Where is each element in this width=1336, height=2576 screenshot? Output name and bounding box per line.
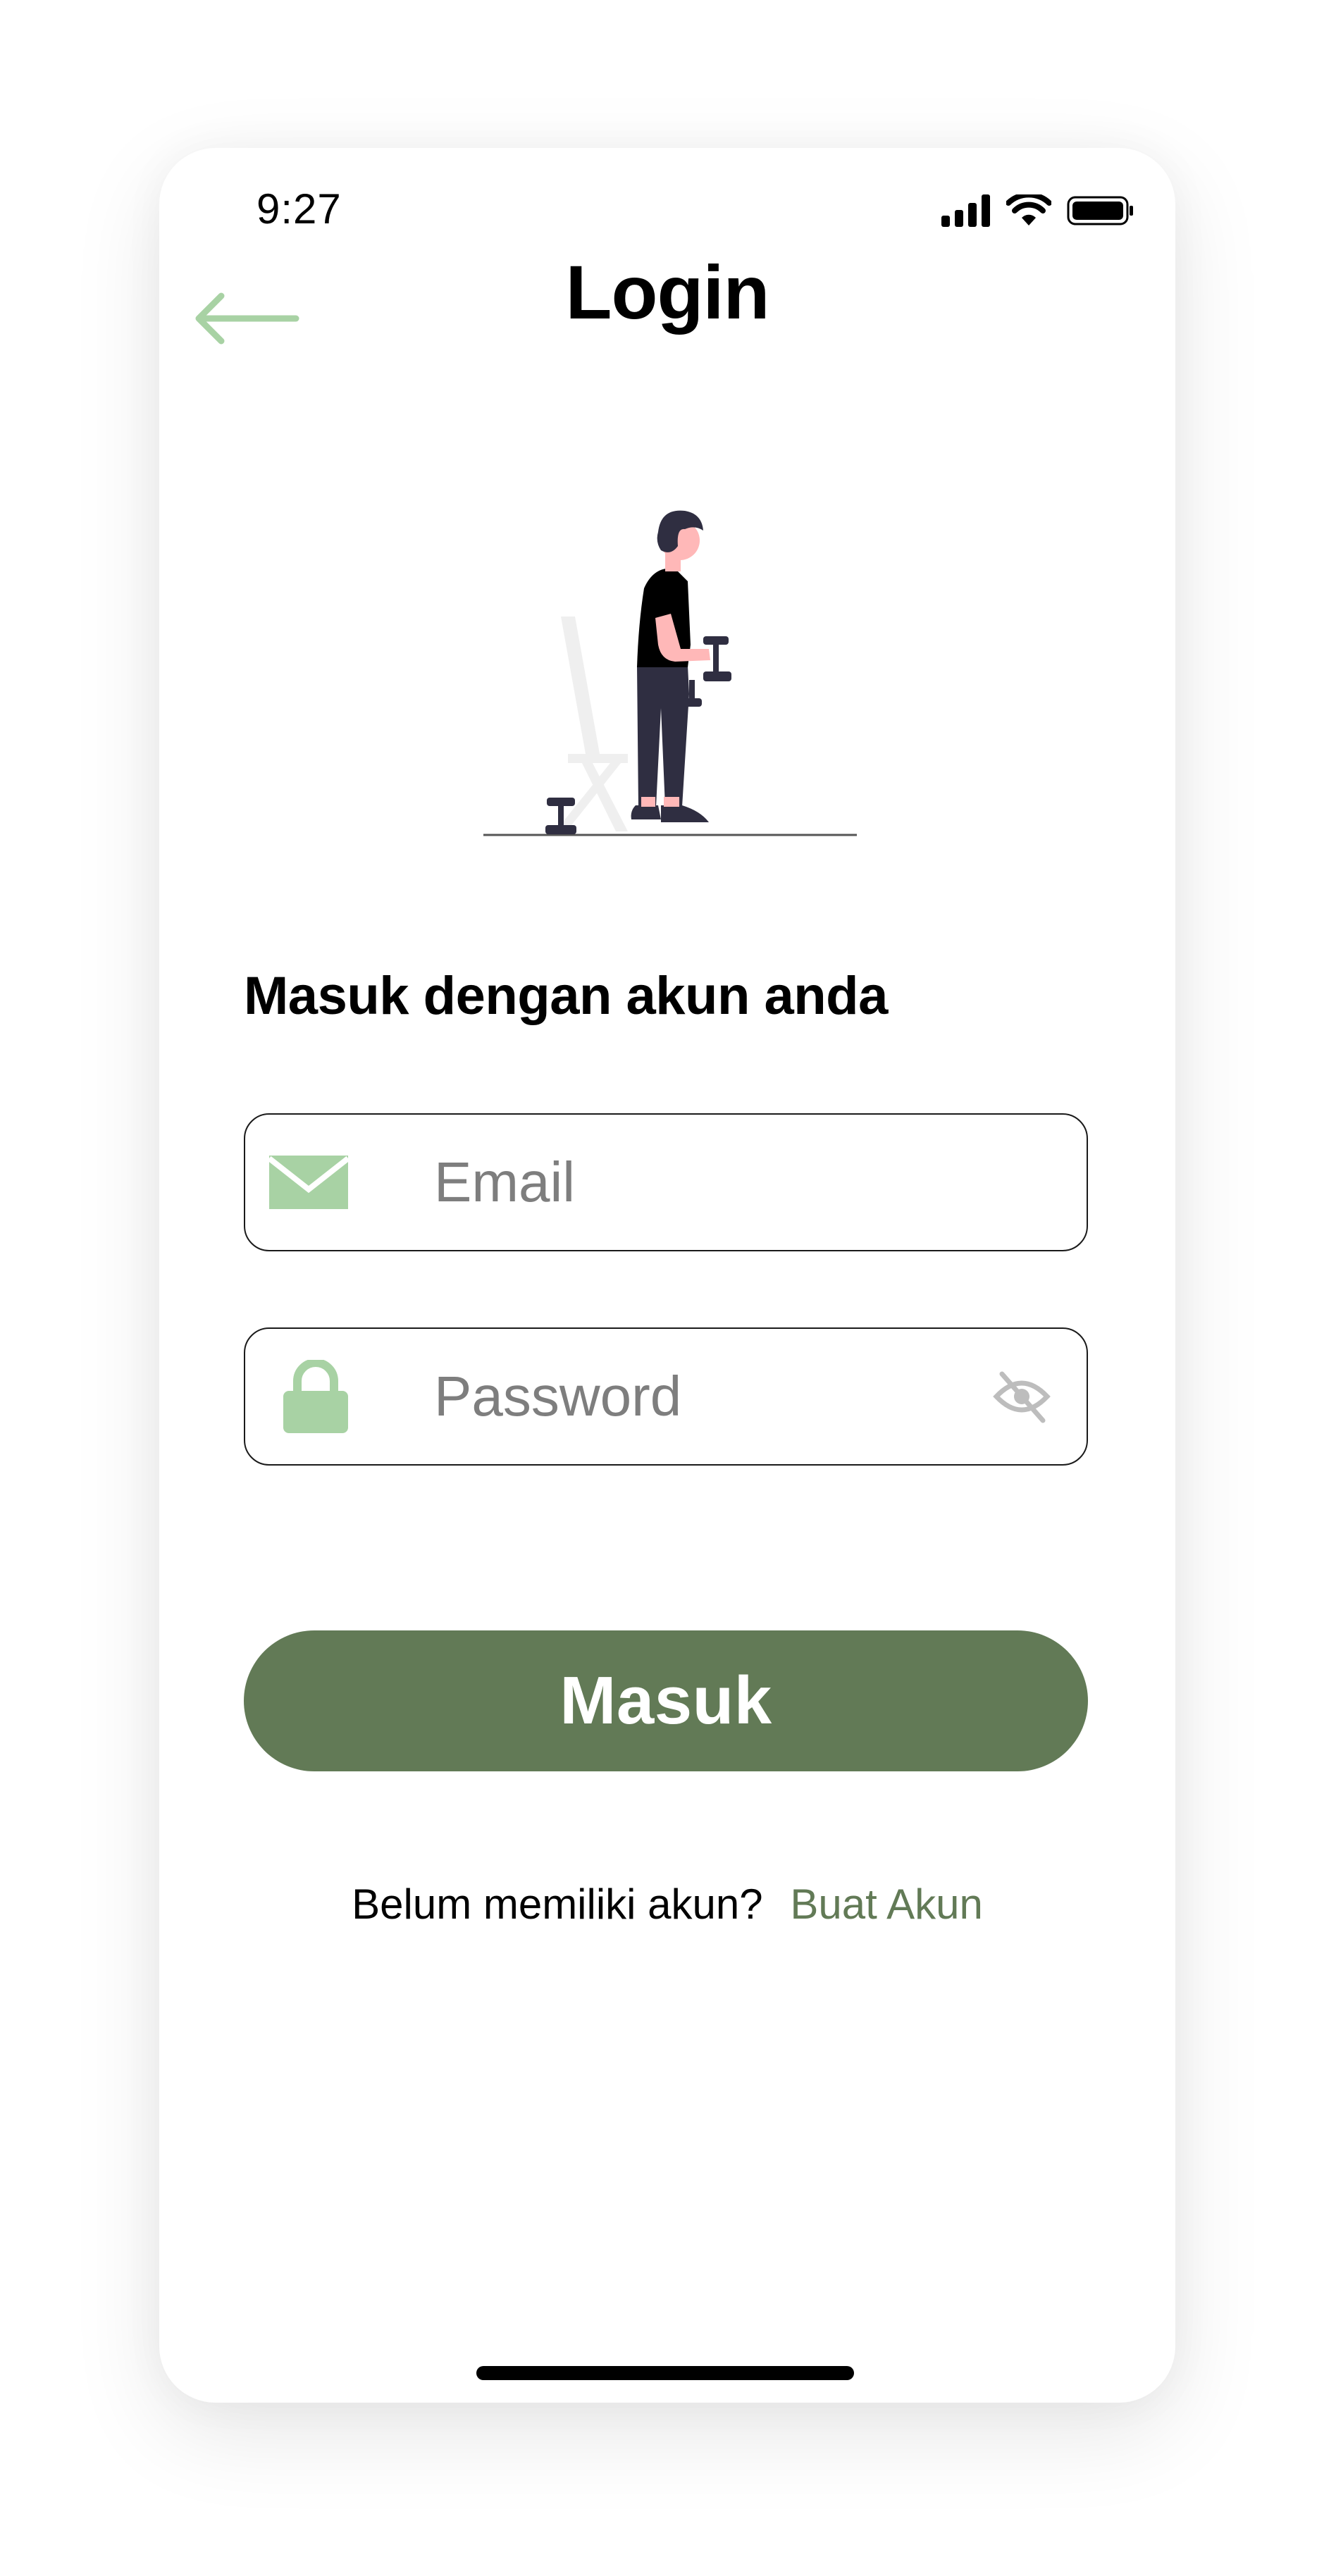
create-account-link[interactable]: Buat Akun [790,1881,983,1928]
phone-screen: 9:27 Login Masuk dengan akun anda Email … [159,148,1175,2403]
person-with-dumbbells-illustration [483,510,857,836]
eye-off-icon[interactable] [992,1367,1051,1426]
page-title: Login [565,249,770,335]
password-input[interactable] [434,1329,984,1464]
battery-icon [1067,196,1133,225]
email-input[interactable] [434,1115,984,1250]
signal-icon [941,194,990,227]
signup-prompt: Belum memiliki akun? [352,1881,763,1928]
email-field[interactable] [244,1113,1088,1251]
envelope-icon [269,1156,348,1209]
status-time: 9:27 [256,185,342,233]
login-submit-button[interactable]: Masuk [244,1630,1088,1771]
form-heading: Masuk dengan akun anda [244,966,888,1026]
status-icons [941,194,1134,227]
home-indicator [476,2366,854,2380]
password-field[interactable] [244,1327,1088,1466]
wifi-icon [1006,194,1051,225]
lock-icon [283,1360,348,1433]
signup-row: Belum memiliki akun? Buat Akun [159,1880,1175,1928]
